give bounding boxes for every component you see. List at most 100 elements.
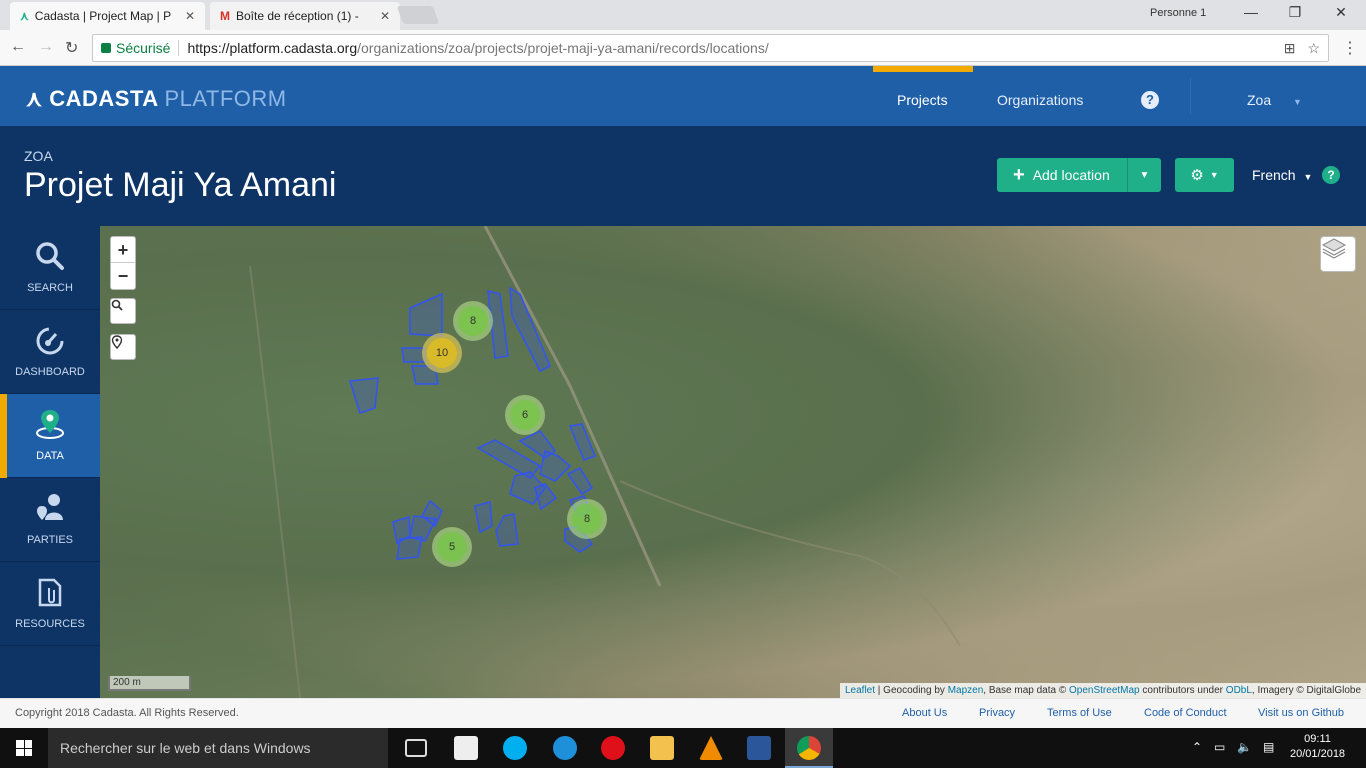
secure-indicator[interactable]: Sécurisé [101, 40, 170, 56]
zoom-out-button[interactable]: − [111, 263, 135, 289]
sidebar-item-search[interactable]: SEARCH [0, 226, 100, 310]
bookmark-star-icon[interactable]: ☆ [1307, 40, 1320, 57]
user-menu[interactable]: Zoa ▼ [1247, 92, 1302, 108]
footer-link-privacy[interactable]: Privacy [979, 707, 1015, 719]
caret-down-icon: ▼ [1209, 170, 1219, 180]
parcel-polygon[interactable] [396, 536, 423, 560]
map-overlay [249, 226, 961, 698]
attribution-text: | Geocoding by [875, 685, 948, 696]
battery-icon[interactable]: ▭ [1214, 740, 1225, 754]
caret-down-icon: ▼ [1303, 172, 1313, 182]
chrome-menu-icon[interactable]: ⋮ [1342, 38, 1358, 58]
page-footer: Copyright 2018 Cadasta. All Rights Reser… [0, 698, 1366, 728]
nav-projects[interactable]: Projects [897, 92, 948, 108]
translate-icon[interactable]: ⊞ [1284, 40, 1296, 57]
edge-icon[interactable] [553, 736, 577, 760]
map-search-button[interactable] [110, 298, 136, 324]
word-icon[interactable] [747, 736, 771, 760]
gear-icon: ⚙ [1190, 167, 1204, 184]
parcel-polygon[interactable] [348, 377, 379, 415]
resources-icon [38, 578, 62, 607]
parcel-polygon[interactable] [539, 449, 572, 482]
page-title: Projet Maji Ya Amani [24, 166, 337, 204]
opera-icon[interactable] [601, 736, 625, 760]
close-tab-icon[interactable]: ✕ [380, 9, 390, 23]
parcel-polygon[interactable] [509, 286, 552, 373]
windows-taskbar: Rechercher sur le web et dans Windows ⌃ … [0, 728, 1366, 768]
volume-icon[interactable]: 🔈 [1237, 740, 1252, 754]
sidebar-item-dashboard[interactable]: DASHBOARD [0, 310, 100, 394]
footer-link-terms[interactable]: Terms of Use [1047, 707, 1112, 719]
parcel-polygon[interactable] [495, 513, 519, 547]
close-tab-icon[interactable]: ✕ [185, 9, 195, 23]
forward-icon[interactable]: → [38, 38, 54, 56]
chevron-down-icon: ▼ [1293, 97, 1302, 107]
reload-icon[interactable]: ↻ [65, 38, 78, 58]
top-navigation: ⋏ CADASTA PLATFORM Projects Organization… [0, 66, 1366, 126]
secure-label: Sécurisé [116, 40, 171, 56]
taskbar-clock[interactable]: 09:11 20/01/2018 [1290, 732, 1345, 762]
clock-date: 20/01/2018 [1290, 748, 1346, 760]
zoom-in-button[interactable]: + [111, 237, 135, 263]
sidebar-item-resources[interactable]: RESOURCES [0, 562, 100, 646]
tab-cadasta[interactable]: ⋏ Cadasta | Project Map | P ✕ [10, 2, 205, 30]
map-cluster[interactable]: 10 [422, 333, 462, 373]
parcel-polygon[interactable] [568, 423, 597, 462]
clock-time: 09:11 [1304, 733, 1331, 745]
task-view-icon[interactable] [405, 739, 427, 757]
skype-icon[interactable] [503, 736, 527, 760]
map-cluster[interactable]: 8 [453, 301, 493, 341]
nav-organizations[interactable]: Organizations [997, 92, 1083, 108]
new-tab-button[interactable] [396, 6, 440, 24]
footer-link-about[interactable]: About Us [902, 707, 947, 719]
parcel-polygon[interactable] [474, 500, 493, 534]
parcel-polygon[interactable] [409, 292, 443, 337]
minimize-icon[interactable]: — [1236, 4, 1266, 20]
logo-main: CADASTA [49, 86, 158, 111]
notifications-icon[interactable]: ▤ [1263, 740, 1274, 754]
odbl-link[interactable]: ODbL [1226, 685, 1252, 696]
settings-button[interactable]: ⚙ ▼ [1175, 158, 1234, 192]
leaflet-link[interactable]: Leaflet [845, 685, 875, 696]
lock-icon [101, 43, 111, 53]
dashboard-icon [36, 327, 64, 355]
zoom-control: + − [110, 236, 136, 290]
cadasta-logo[interactable]: ⋏ CADASTA PLATFORM [26, 86, 287, 112]
taskbar-search-input[interactable]: Rechercher sur le web et dans Windows [48, 728, 388, 768]
profile-name[interactable]: Personne 1 [1150, 7, 1206, 19]
parcel-polygon[interactable] [534, 483, 558, 511]
url-input[interactable]: Sécurisé https://platform.cadasta.org/or… [92, 34, 1329, 62]
add-location-button[interactable]: + Add location ▼ [997, 158, 1161, 192]
back-icon[interactable]: ← [10, 38, 26, 56]
vlc-icon[interactable] [699, 736, 723, 760]
map-cluster[interactable]: 8 [567, 499, 607, 539]
tab-gmail[interactable]: M Boîte de réception (1) - ✕ [210, 2, 400, 30]
organization-name[interactable]: ZOA [24, 148, 53, 164]
url-path: /organizations/zoa/projects/projet-maji-… [357, 40, 769, 56]
sidebar-item-parties[interactable]: PARTIES [0, 478, 100, 562]
chrome-icon[interactable] [797, 736, 821, 760]
tray-chevron-up-icon[interactable]: ⌃ [1192, 740, 1202, 754]
maximize-icon[interactable]: ❐ [1280, 4, 1310, 21]
layers-button[interactable] [1320, 236, 1356, 272]
store-icon[interactable] [454, 736, 478, 760]
help-icon[interactable]: ? [1141, 91, 1159, 109]
footer-link-conduct[interactable]: Code of Conduct [1144, 707, 1227, 719]
parcel-polygon[interactable] [566, 466, 594, 496]
map-cluster[interactable]: 6 [505, 395, 545, 435]
map-view[interactable]: 8 10 6 8 5 + − 200 m Leaflet | Geocoding… [100, 226, 1366, 698]
language-selector[interactable]: French ▼ [1252, 167, 1312, 183]
footer-link-github[interactable]: Visit us on Github [1258, 707, 1344, 719]
map-cluster[interactable]: 5 [432, 527, 472, 567]
osm-link[interactable]: OpenStreetMap [1069, 685, 1140, 696]
file-explorer-icon[interactable] [650, 736, 674, 760]
windows-start-icon[interactable] [16, 740, 32, 756]
sidebar-item-data[interactable]: DATA [0, 394, 100, 478]
add-location-dropdown-icon[interactable]: ▼ [1127, 158, 1161, 192]
mapzen-link[interactable]: Mapzen [948, 685, 984, 696]
sidebar-item-label: PARTIES [26, 534, 74, 546]
sidebar-item-label: SEARCH [27, 282, 73, 294]
close-window-icon[interactable]: ✕ [1326, 4, 1356, 21]
geolocate-button[interactable] [110, 334, 136, 360]
language-help-icon[interactable]: ? [1322, 166, 1340, 184]
